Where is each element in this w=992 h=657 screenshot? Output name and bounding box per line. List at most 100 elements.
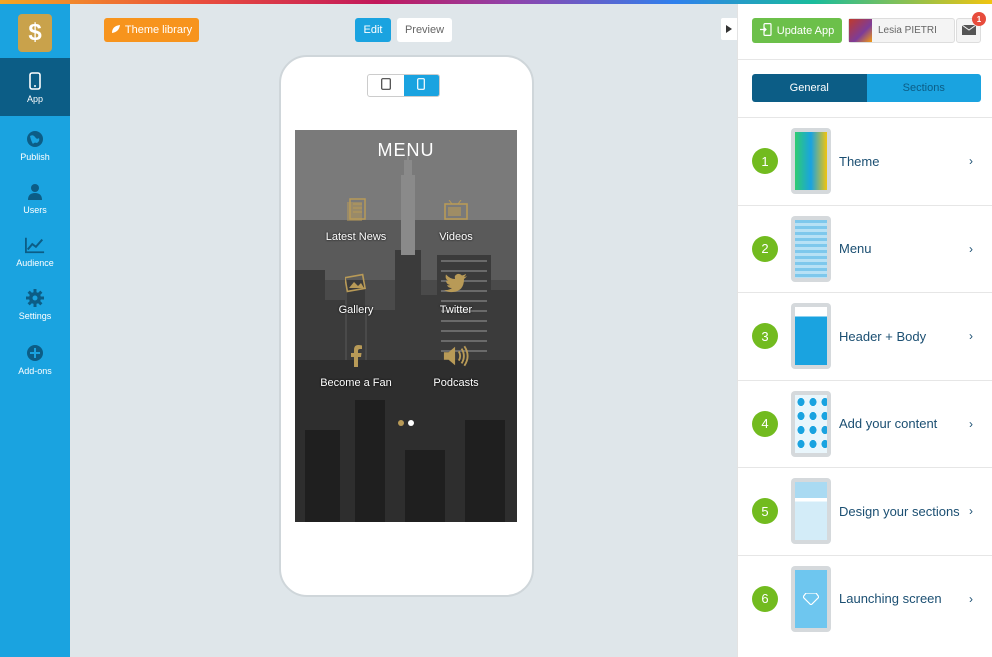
chevron-right-icon: ›	[969, 241, 973, 256]
gear-icon	[25, 288, 45, 308]
sidebar-item-label: Add-ons	[18, 365, 52, 376]
sidebar-item-users[interactable]: Users	[0, 169, 70, 227]
sidebar-item-settings[interactable]: Settings	[0, 275, 70, 333]
phone-icon	[25, 71, 45, 91]
theme-library-label: Theme library	[124, 24, 193, 36]
step-number: 5	[752, 498, 778, 525]
menu-title: MENU	[377, 140, 435, 160]
theme-library-button[interactable]: Theme library	[104, 18, 199, 42]
tile-label: Twitter	[439, 304, 473, 316]
sidebar-item-label: Audience	[16, 257, 54, 268]
right-panel-header: Update App Lesia PIETRI 1	[738, 4, 992, 60]
sidebar-item-publish[interactable]: Publish	[0, 116, 70, 174]
app-logo-icon[interactable]: $	[18, 14, 52, 52]
tile-videos[interactable]: Videos	[406, 197, 506, 243]
step-theme[interactable]: 1 Theme ›	[738, 117, 992, 205]
tile-become-a-fan[interactable]: Become a Fan	[306, 343, 406, 389]
tile-twitter[interactable]: Twitter	[406, 270, 506, 316]
city-skyline-image	[295, 130, 517, 522]
tile-label: Become a Fan	[320, 377, 392, 389]
left-sidebar: $ App Publish Users Audience Settings Ad	[0, 4, 70, 657]
page-dots	[398, 420, 414, 426]
step-label: Add your content	[839, 416, 938, 432]
sidebar-item-label: App	[26, 93, 43, 104]
step-number: 3	[752, 323, 778, 350]
leaf-icon	[111, 24, 121, 37]
user-menu[interactable]: Lesia PIETRI	[848, 18, 955, 43]
step-label: Design your sections	[839, 503, 960, 519]
step-menu[interactable]: 2 Menu ›	[738, 204, 992, 293]
tv-icon	[443, 197, 469, 223]
tile-label: Gallery	[338, 304, 374, 316]
sidebar-item-label: Users	[23, 204, 47, 215]
preview-button[interactable]: Preview	[397, 18, 452, 42]
page-dot-active[interactable]	[408, 420, 414, 426]
sidebar-item-addons[interactable]: Add-ons	[0, 330, 70, 388]
sidebar-item-audience[interactable]: Audience	[0, 222, 70, 280]
tab-sections[interactable]: Sections	[866, 74, 981, 102]
step-label: Menu	[839, 241, 872, 257]
tile-label: Videos	[439, 231, 473, 243]
content-thumbnail	[791, 390, 831, 457]
tile-podcasts[interactable]: Podcasts	[406, 343, 506, 389]
theme-thumbnail	[791, 128, 831, 195]
app-preview-screen: MENU Latest News Videos Gallery Twitter …	[295, 130, 517, 522]
caret-right-icon	[726, 20, 732, 38]
phone-small-icon	[417, 77, 426, 95]
edit-button[interactable]: Edit	[355, 18, 391, 42]
step-number: 4	[752, 410, 778, 437]
tablet-view-button[interactable]	[368, 75, 404, 96]
phone-view-button[interactable]	[403, 75, 439, 96]
step-header-body[interactable]: 3 Header + Body ›	[738, 292, 992, 380]
phone-update-icon	[759, 22, 772, 39]
globe-icon	[25, 129, 45, 149]
tile-gallery[interactable]: Gallery	[306, 270, 406, 316]
setup-steps-list: 1 Theme › 2 Menu › 3 Header + Body › 4 A…	[738, 117, 992, 642]
device-toggle	[367, 74, 440, 97]
step-label: Launching screen	[839, 591, 942, 607]
step-launching-screen[interactable]: 6 Launching screen ›	[738, 554, 992, 643]
rainbow-top-bar	[0, 0, 992, 4]
page-dot[interactable]	[398, 420, 404, 426]
user-name: Lesia PIETRI	[878, 25, 937, 36]
chevron-right-icon: ›	[969, 416, 973, 431]
tile-latest-news[interactable]: Latest News	[306, 197, 406, 243]
header-body-thumbnail	[791, 303, 831, 370]
step-add-content[interactable]: 4 Add your content ›	[738, 379, 992, 468]
update-app-label: Update App	[776, 24, 835, 37]
collapse-panel-button[interactable]	[721, 18, 737, 40]
twitter-bird-icon	[443, 270, 469, 296]
diamond-icon	[803, 592, 819, 605]
image-icon	[343, 270, 369, 296]
update-app-button[interactable]: Update App	[752, 18, 842, 43]
user-icon	[25, 182, 45, 202]
avatar	[849, 19, 872, 42]
launch-thumbnail	[791, 565, 831, 632]
step-design-sections[interactable]: 5 Design your sections ›	[738, 467, 992, 555]
step-number: 1	[752, 148, 778, 175]
sidebar-item-label: Publish	[20, 151, 50, 162]
right-panel: Update App Lesia PIETRI 1 General Sectio…	[737, 4, 992, 657]
plus-circle-icon	[25, 343, 45, 363]
chevron-right-icon: ›	[969, 591, 973, 606]
step-number: 2	[752, 235, 778, 262]
sidebar-item-label: Settings	[18, 310, 52, 321]
sections-thumbnail	[791, 478, 831, 545]
speaker-icon	[443, 343, 469, 369]
tile-label: Latest News	[325, 231, 387, 243]
sidebar-item-app[interactable]: App	[0, 58, 70, 116]
notification-badge: 1	[972, 12, 986, 26]
chevron-right-icon: ›	[969, 154, 973, 169]
step-label: Theme	[839, 153, 880, 169]
step-label: Header + Body	[839, 328, 927, 344]
chevron-right-icon: ›	[969, 504, 973, 519]
step-number: 6	[752, 585, 778, 612]
panel-tabs: General Sections	[752, 74, 981, 102]
tab-general[interactable]: General	[752, 74, 867, 102]
tile-label: Podcasts	[433, 377, 479, 389]
menu-thumbnail	[791, 215, 831, 282]
chart-icon	[25, 235, 45, 255]
tablet-icon	[380, 77, 391, 95]
newspaper-icon	[343, 197, 369, 223]
facebook-icon	[343, 343, 369, 369]
